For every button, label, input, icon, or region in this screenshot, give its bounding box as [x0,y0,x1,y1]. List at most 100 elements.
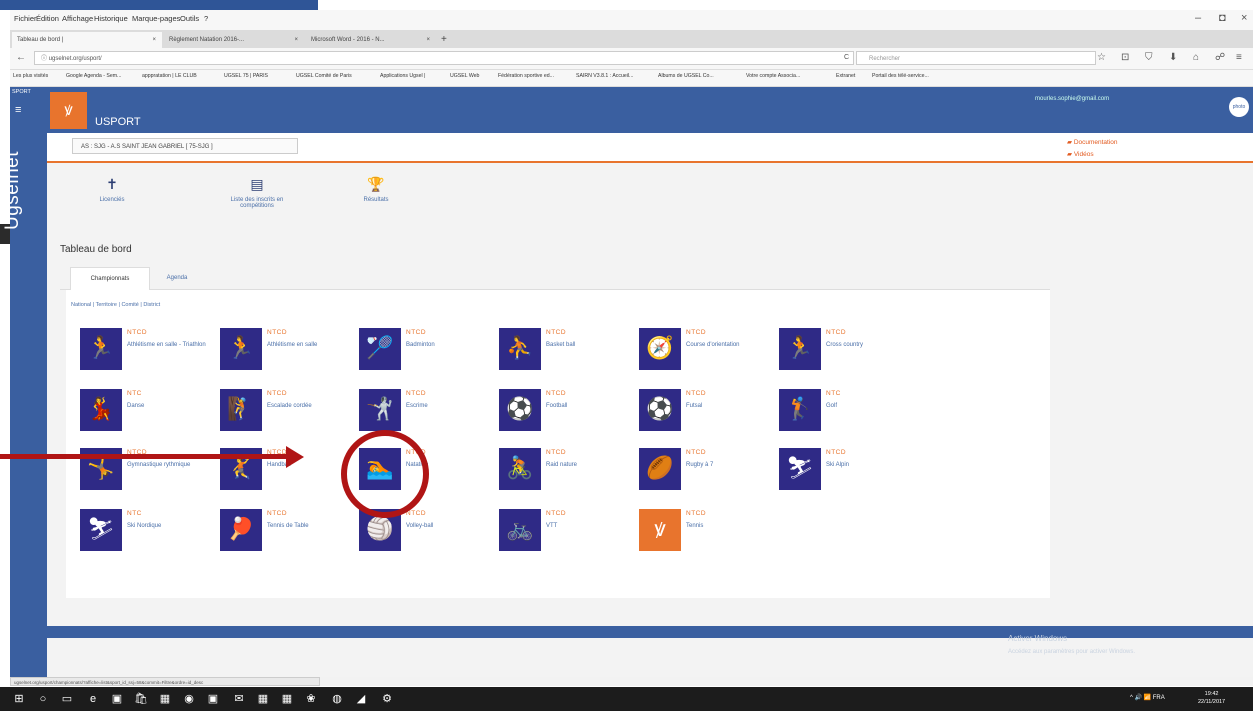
sport-tile[interactable]: 🧭 NTCD Course d'orientation [639,328,779,376]
sport-tile[interactable]: ꝟ NTCD Tennis [639,509,779,557]
sport-name[interactable]: Futsal [686,402,778,411]
sport-icon[interactable]: 🏓 [220,509,262,551]
taskbar-app-icon[interactable]: e [86,692,100,706]
sport-tile[interactable]: ⚽ NTCD Football [499,389,639,437]
sport-icon[interactable]: 🚲 [499,509,541,551]
club-selector[interactable]: AS : SJG - A.S SAINT JEAN GABRIEL [ 75-S… [72,138,298,154]
tab-championnats[interactable]: Championnats [70,267,150,291]
reload-icon[interactable]: C [844,54,849,61]
sport-name[interactable]: Ski Nordique [127,522,219,531]
bookmark-item[interactable]: apppratation | LE CLUB [142,73,197,79]
taskbar-app-icon[interactable]: ◢ [354,692,368,706]
sport-tile[interactable]: 💃 NTC Danse [80,389,220,437]
sport-icon[interactable]: ⛷ [779,448,821,490]
user-avatar[interactable]: photo [1229,97,1249,117]
quick-link-inscrits[interactable]: ▤ Liste des inscrits en compétitions [220,176,294,209]
sport-icon[interactable]: 🏃 [220,328,262,370]
close-window-button[interactable]: × [1241,12,1247,24]
sport-name[interactable]: Basket ball [546,341,638,350]
sport-tile[interactable]: ⛹ NTCD Basket ball [499,328,639,376]
pocket-icon[interactable]: ⛉ [1145,52,1153,63]
sport-icon[interactable]: ⚽ [499,389,541,431]
bookmark-item[interactable]: Les plus visités [13,73,48,79]
level-filter-links[interactable]: National | Territoire | Comité | Distric… [71,302,160,308]
start-button-icon[interactable]: ⊞ [12,692,26,706]
quick-link-resultats[interactable]: 🏆 Résultats [346,176,406,203]
sport-name[interactable]: Danse [127,402,219,411]
browser-tab-tableau-de-bord[interactable]: Tableau de bord | × [12,32,162,48]
taskbar-app-icon[interactable]: ▭ [60,692,74,706]
sport-icon[interactable]: 🤺 [359,389,401,431]
sport-tile[interactable]: ⚽ NTCD Futsal [639,389,779,437]
back-arrow-icon[interactable]: ← [16,52,26,63]
sport-name[interactable]: Escrime [406,402,498,411]
user-email[interactable]: mourles.sophie@gmail.com [1035,96,1109,102]
sport-name[interactable]: Tennis de Table [267,522,359,531]
home-icon[interactable]: ⌂ [1193,52,1199,63]
usport-logo-icon[interactable]: ꝟ [50,92,87,129]
menu-affichage[interactable]: Affichage [62,14,93,23]
taskbar-app-icon[interactable]: 🛍 [134,692,148,706]
sport-icon[interactable]: 🧗 [220,389,262,431]
sport-name[interactable]: Cross country [826,341,918,350]
sport-tile[interactable]: ⛷ NTC Ski Nordique [80,509,220,557]
search-input[interactable]: Rechercher [856,51,1096,65]
system-tray[interactable]: ^ 🔊 📶 FRA [1130,694,1165,701]
sport-icon[interactable]: 🚴 [499,448,541,490]
sport-icon[interactable]: ⚽ [639,389,681,431]
taskbar-app-icon[interactable]: ▣ [110,692,124,706]
menu-help[interactable]: ? [204,14,208,23]
tab-close-icon[interactable]: × [152,32,156,48]
taskbar-app-icon[interactable]: ○ [36,692,50,706]
sport-name[interactable]: Gymnastique rythmique [127,461,219,470]
hamburger-menu-icon[interactable]: ≡ [1236,52,1242,63]
menu-edition[interactable]: Édition [36,14,59,23]
browser-tab-microsoft-word[interactable]: Microsoft Word - 2016 - N... × [306,32,436,48]
bookmark-item[interactable]: Extranet [836,73,855,79]
tab-close-icon[interactable]: × [294,32,298,48]
sport-icon[interactable]: ⛷ [80,509,122,551]
new-tab-button[interactable]: + [438,32,454,48]
bookmark-item[interactable]: Portail des télé-service... [872,73,929,79]
tab-close-icon[interactable]: × [426,32,430,48]
sport-icon[interactable]: ꝟ [639,509,681,551]
menu-marque-pages[interactable]: Marque-pages [132,14,180,23]
sport-tile[interactable]: ⛷ NTCD Ski Alpin [779,448,919,496]
bookmark-item[interactable]: Albums de UGSEL Co... [658,73,714,79]
sport-icon[interactable]: 🏌 [779,389,821,431]
tab-agenda[interactable]: Agenda [152,267,202,289]
bookmark-item[interactable]: SAIRN V3.8.1 : Accueil... [576,73,633,79]
sport-icon[interactable]: 💃 [80,389,122,431]
sport-name[interactable]: Ski Alpin [826,461,918,470]
sport-name[interactable]: Athlétisme en salle - Triathlon [127,341,219,350]
bookmark-item[interactable]: Applications Ugsel | [380,73,425,79]
sport-name[interactable]: Volley-ball [406,522,498,531]
hamburger-menu-icon[interactable]: ≡ [15,104,21,116]
sport-icon[interactable]: 🏃 [80,328,122,370]
sport-tile[interactable]: 🧗 NTCD Escalade cordée [220,389,360,437]
bookmark-item[interactable]: Fédération sportive ed... [498,73,554,79]
download-icon[interactable]: ⬇ [1169,52,1177,63]
extension-icon[interactable]: ☍ [1215,52,1225,63]
bookmark-item[interactable]: UGSEL Comité de Paris [296,73,352,79]
taskbar-app-icon[interactable]: ✉ [232,692,246,706]
bookmark-item[interactable]: UGSEL Web [450,73,479,79]
taskbar-app-icon[interactable]: ▦ [280,692,294,706]
sport-icon[interactable]: 🏃 [779,328,821,370]
sport-tile[interactable]: 🏓 NTCD Tennis de Table [220,509,360,557]
sport-name[interactable]: Tennis [686,522,778,531]
sport-name[interactable]: Raid nature [546,461,638,470]
taskbar-app-icon[interactable]: ⚙ [380,692,394,706]
taskbar-app-icon[interactable]: ▣ [206,692,220,706]
sport-tile[interactable]: 🏃 NTCD Athlétisme en salle [220,328,360,376]
sport-name[interactable]: Course d'orientation [686,341,778,350]
minimize-button[interactable]: – [1195,12,1201,24]
sport-tile[interactable]: 🏃 NTCD Athlétisme en salle - Triathlon [80,328,220,376]
menu-historique[interactable]: Historique [94,14,128,23]
sport-icon[interactable]: 🏸 [359,328,401,370]
documentation-link[interactable]: ▰ Documentation [1067,138,1118,146]
site-info-icon[interactable]: ⓘ [41,56,47,62]
videos-link[interactable]: ▰ Vidéos [1067,150,1094,158]
menu-outils[interactable]: Outils [180,14,199,23]
menu-fichier[interactable]: Fichier [14,14,37,23]
